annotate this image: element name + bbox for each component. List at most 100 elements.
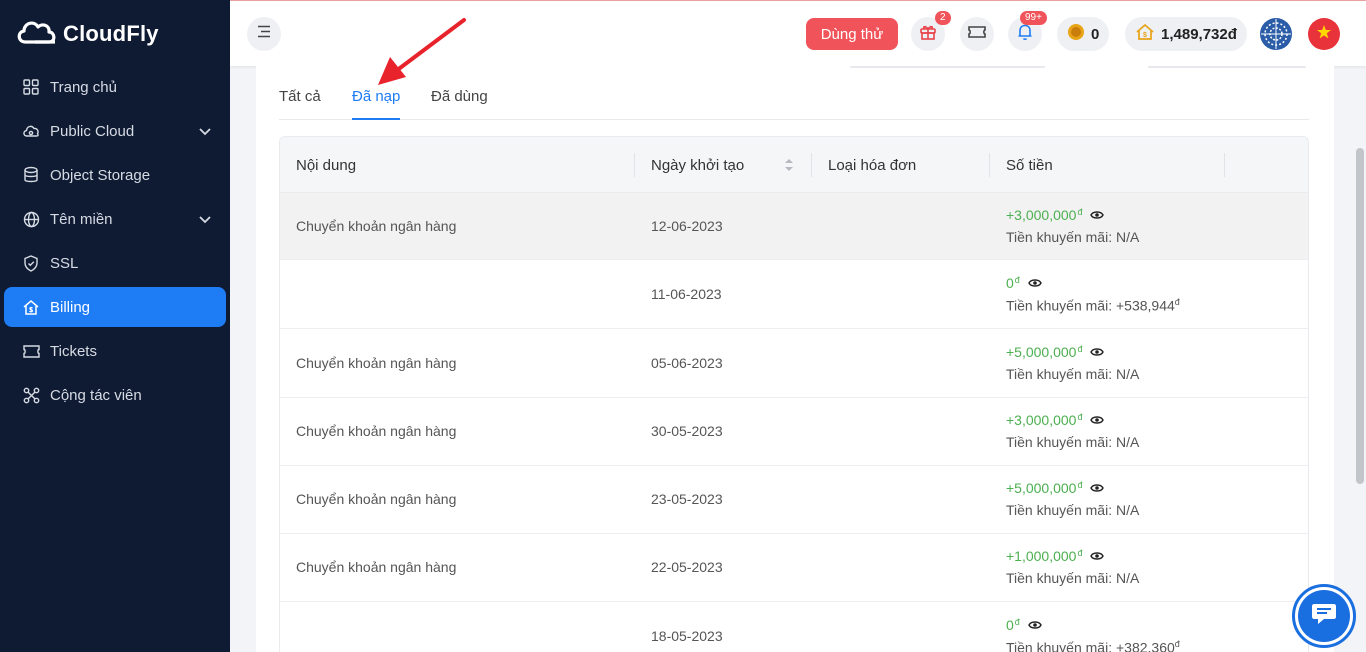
amount-value: +1,000,000 xyxy=(1006,548,1077,564)
sidebar-item-billing[interactable]: Billing xyxy=(4,287,226,327)
table-row[interactable]: Chuyển khoản ngân hàng 05-06-2023 +5,000,0… xyxy=(280,329,1308,398)
tab-da-nap[interactable]: Đã nạp xyxy=(352,88,401,120)
cell-content: Chuyển khoản ngân hàng xyxy=(296,218,457,234)
cell-promo: Tiền khuyến mãi: +538,944đ xyxy=(1006,297,1180,314)
table-header: Nội dung Ngày khởi tạo Loại hóa đơn Số t… xyxy=(280,137,1308,193)
bell-icon xyxy=(1017,23,1033,46)
table-row[interactable]: Chuyển khoản ngân hàng 23-05-2023 +5,000,0… xyxy=(280,466,1308,534)
brand-logo[interactable]: CloudFly xyxy=(15,16,159,51)
gift-button[interactable]: 2 xyxy=(911,11,951,51)
balance-pill[interactable]: $ 1,489,732đ xyxy=(1125,17,1247,51)
cell-amount: +3,000,000 đ xyxy=(1006,207,1105,223)
cell-date: 05-06-2023 xyxy=(651,355,723,371)
chevron-down-icon xyxy=(199,211,211,228)
notification-badge: 99+ xyxy=(1020,11,1047,25)
table-body: Chuyển khoản ngân hàng 12-06-2023 +3,000,0… xyxy=(280,193,1308,652)
sidebar-item-cong-tac-vien[interactable]: Cộng tác viên xyxy=(4,375,226,415)
promo-value: N/A xyxy=(1115,570,1140,586)
chat-icon xyxy=(1311,602,1337,631)
table-row[interactable]: Chuyển khoản ngân hàng 30-05-2023 +3,000,0… xyxy=(280,398,1308,466)
cell-date: 11-06-2023 xyxy=(651,286,722,302)
cell-promo: Tiền khuyến mãi: N/A xyxy=(1006,570,1139,586)
sidebar-item-label: Tickets xyxy=(50,342,97,360)
cloud-icon xyxy=(21,121,41,141)
sort-icon[interactable] xyxy=(784,157,794,178)
promo-value: +382,360 xyxy=(1115,639,1175,652)
sidebar-item-trang-chu[interactable]: Trang chủ xyxy=(4,67,226,107)
table-row[interactable]: Chuyển khoản ngân hàng 12-06-2023 +3,000,0… xyxy=(280,193,1308,260)
sidebar: CloudFly Trang chủ Public Cloud Object S… xyxy=(0,0,230,652)
menu-icon xyxy=(256,25,272,43)
menu-toggle-button[interactable] xyxy=(247,17,281,51)
eye-icon[interactable] xyxy=(1090,551,1105,561)
promo-label: Tiền khuyến mãi: xyxy=(1006,229,1113,245)
sidebar-item-object-storage[interactable]: Object Storage xyxy=(4,155,226,195)
sidebar-item-ssl[interactable]: SSL xyxy=(4,243,226,283)
eye-icon[interactable] xyxy=(1090,347,1105,357)
sidebar-item-ten-mien[interactable]: Tên miền xyxy=(4,199,226,239)
trial-button[interactable]: Dùng thử xyxy=(806,18,898,50)
table-row[interactable]: 11-06-2023 0 đ Tiền khuyến mãi: +538,944đ xyxy=(280,260,1308,329)
amount-value: +5,000,000 xyxy=(1006,344,1077,360)
coins-pill[interactable]: 0 xyxy=(1057,17,1110,51)
globe-icon xyxy=(21,209,41,229)
shield-icon xyxy=(21,253,41,273)
ticket-icon xyxy=(21,341,41,361)
eye-icon[interactable] xyxy=(1090,483,1105,493)
column-header-amount: Số tiền xyxy=(1006,156,1053,174)
coin-icon xyxy=(1067,23,1085,45)
column-header-date[interactable]: Ngày khởi tạo xyxy=(651,137,744,193)
eye-icon[interactable] xyxy=(1090,210,1105,220)
billing-home-icon xyxy=(21,297,41,317)
tab-da-dung[interactable]: Đã dùng xyxy=(431,88,488,120)
cell-content: Chuyển khoản ngân hàng xyxy=(296,491,457,507)
cloud-logo-icon xyxy=(15,16,57,51)
tab-tat-ca[interactable]: Tất cả xyxy=(279,88,321,120)
column-header-content: Nội dung xyxy=(296,156,357,174)
eye-icon[interactable] xyxy=(1028,620,1042,630)
cell-promo: Tiền khuyến mãi: N/A xyxy=(1006,229,1139,245)
sidebar-item-label: Tên miền xyxy=(50,210,113,228)
language-flag-button[interactable] xyxy=(1308,18,1340,50)
transactions-table: Nội dung Ngày khởi tạo Loại hóa đơn Số t… xyxy=(279,136,1309,652)
cell-date: 22-05-2023 xyxy=(651,559,723,575)
cell-promo: Tiền khuyến mãi: N/A xyxy=(1006,366,1139,382)
cell-amount: +5,000,000 đ xyxy=(1006,480,1105,496)
table-row[interactable]: Chuyển khoản ngân hàng 22-05-2023 +1,000,0… xyxy=(280,534,1308,602)
sidebar-item-public-cloud[interactable]: Public Cloud xyxy=(4,111,226,151)
promo-label: Tiền khuyến mãi: xyxy=(1006,502,1113,518)
column-divider xyxy=(634,153,635,177)
sidebar-item-label: Object Storage xyxy=(50,166,151,184)
cell-content: Chuyển khoản ngân hàng xyxy=(296,559,457,575)
coins-value: 0 xyxy=(1091,25,1100,43)
eye-icon[interactable] xyxy=(1090,415,1105,425)
amount-value: +5,000,000 xyxy=(1006,480,1077,496)
voucher-button[interactable] xyxy=(960,17,994,51)
currency-symbol: đ xyxy=(1077,412,1083,422)
cell-promo: Tiền khuyến mãi: N/A xyxy=(1006,502,1139,518)
eye-icon[interactable] xyxy=(1028,278,1042,288)
amount-value: 0 xyxy=(1006,617,1014,633)
cell-content: Chuyển khoản ngân hàng xyxy=(296,355,457,371)
cell-content: Chuyển khoản ngân hàng xyxy=(296,423,457,439)
sidebar-item-tickets[interactable]: Tickets xyxy=(4,331,226,371)
chevron-down-icon xyxy=(199,123,211,140)
scrollbar[interactable] xyxy=(1356,148,1364,484)
currency-symbol: đ xyxy=(1014,617,1020,627)
chat-button[interactable] xyxy=(1292,584,1356,648)
balance-value: 1,489,732đ xyxy=(1161,25,1237,43)
grid-icon xyxy=(21,77,41,97)
star-icon xyxy=(1316,24,1332,45)
notification-button[interactable]: 99+ xyxy=(1008,11,1047,51)
column-header-invoice-type: Loại hóa đơn xyxy=(828,156,917,174)
promo-label: Tiền khuyến mãi: xyxy=(1006,434,1113,450)
currency-symbol: đ xyxy=(1077,548,1083,558)
amount-value: +3,000,000 xyxy=(1006,412,1077,428)
database-icon xyxy=(21,165,41,185)
gift-badge: 2 xyxy=(935,11,951,25)
avatar[interactable] xyxy=(1259,17,1293,51)
currency-symbol: đ xyxy=(1174,639,1180,649)
sidebar-item-label: Billing xyxy=(50,298,91,316)
table-row[interactable]: 18-05-2023 0 đ Tiền khuyến mãi: +382,360đ xyxy=(280,602,1308,652)
promo-value: N/A xyxy=(1115,502,1140,518)
